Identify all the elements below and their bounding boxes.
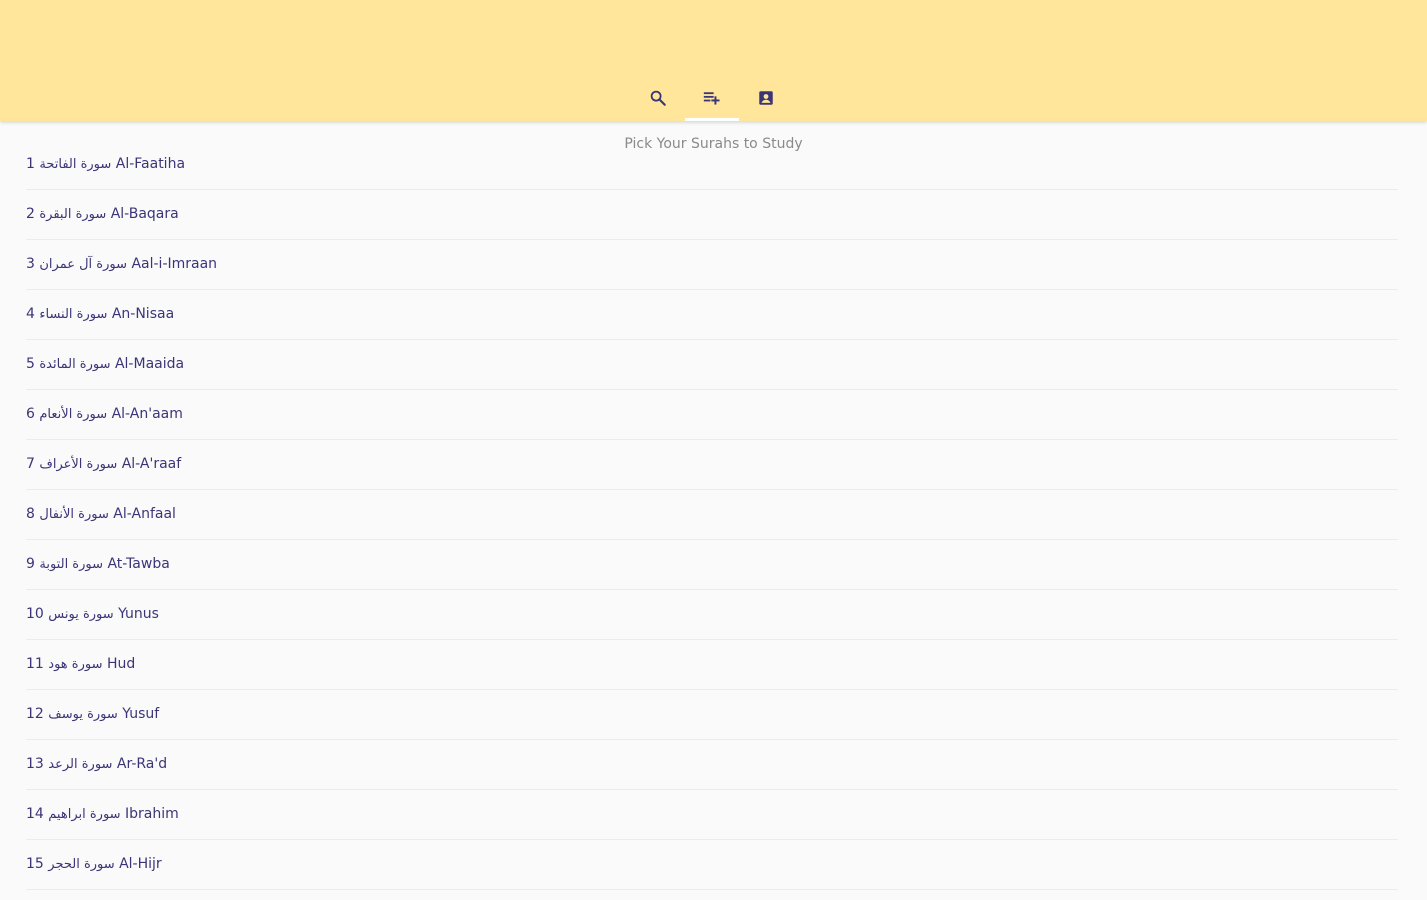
- surah-arabic-name: سورة الأنعام: [39, 407, 108, 422]
- surah-number: 3: [26, 256, 35, 272]
- list-item[interactable]: 2 سورة البقرة Al-Baqara: [0, 190, 1427, 240]
- surah-label: 1 سورة الفاتحة Al-Faatiha: [26, 156, 185, 172]
- surah-arabic-name: سورة البقرة: [39, 207, 107, 222]
- surah-label: 14 سورة ابراهيم Ibrahim: [26, 806, 179, 822]
- list-item[interactable]: 6 سورة الأنعام Al-An'aam: [0, 390, 1427, 440]
- surah-number: 14: [26, 806, 44, 822]
- surah-arabic-name: سورة آل عمران: [39, 257, 127, 272]
- surah-number: 1: [26, 156, 35, 172]
- surah-label: 9 سورة التوبة At-Tawba: [26, 556, 170, 572]
- surah-label: 10 سورة يونس Yunus: [26, 606, 159, 622]
- surah-number: 6: [26, 406, 35, 422]
- surah-english-name: Yusuf: [122, 706, 160, 722]
- surah-english-name: Ibrahim: [125, 806, 179, 822]
- surah-arabic-name: سورة الحجر: [48, 857, 115, 872]
- list-item[interactable]: 14 سورة ابراهيم Ibrahim: [0, 790, 1427, 840]
- surah-number: 7: [26, 456, 35, 472]
- surah-number: 10: [26, 606, 44, 622]
- surah-english-name: Ar-Ra'd: [116, 756, 168, 772]
- surah-label: 3 سورة آل عمران Aal-i-Imraan: [26, 256, 217, 272]
- tab-playlist[interactable]: [685, 78, 739, 118]
- search-icon: [650, 90, 666, 106]
- contact-icon: [759, 91, 773, 105]
- surah-arabic-name: سورة الأنفال: [39, 507, 109, 522]
- surah-label: 5 سورة المائدة Al-Maaida: [26, 356, 184, 372]
- surah-label: 6 سورة الأنعام Al-An'aam: [26, 406, 183, 422]
- surah-english-name: Al-Maaida: [114, 356, 185, 372]
- surah-label: 13 سورة الرعد Ar-Ra'd: [26, 756, 167, 772]
- surah-english-name: Al-An'aam: [111, 406, 183, 422]
- surah-english-name: Al-Anfaal: [113, 506, 176, 522]
- list-item[interactable]: 8 سورة الأنفال Al-Anfaal: [0, 490, 1427, 540]
- list-item[interactable]: 5 سورة المائدة Al-Maaida: [0, 340, 1427, 390]
- list-item[interactable]: 11 سورة هود Hud: [0, 640, 1427, 690]
- list-item[interactable]: 3 سورة آل عمران Aal-i-Imraan: [0, 240, 1427, 290]
- surah-arabic-name: سورة يوسف: [48, 707, 118, 722]
- surah-arabic-name: سورة هود: [48, 657, 103, 672]
- list-item[interactable]: 7 سورة الأعراف Al-A'raaf: [0, 440, 1427, 490]
- surah-number: 12: [26, 706, 44, 722]
- surah-number: 9: [26, 556, 35, 572]
- list-item[interactable]: 9 سورة التوبة At-Tawba: [0, 540, 1427, 590]
- list-item[interactable]: 12 سورة يوسف Yusuf: [0, 690, 1427, 740]
- surah-english-name: Al-A'raaf: [121, 456, 182, 472]
- surah-label: 2 سورة البقرة Al-Baqara: [26, 206, 179, 222]
- tab-search[interactable]: [631, 78, 685, 118]
- tab-contact[interactable]: [739, 78, 793, 118]
- surah-english-name: An-Nisaa: [111, 306, 175, 322]
- surah-number: 2: [26, 206, 35, 222]
- surah-label: 11 سورة هود Hud: [26, 656, 135, 672]
- surah-arabic-name: سورة يونس: [48, 607, 114, 622]
- divider: [26, 889, 1398, 890]
- surah-number: 11: [26, 656, 44, 672]
- app-bar: [0, 0, 1427, 121]
- surah-english-name: Yunus: [118, 606, 159, 622]
- list-item[interactable]: 13 سورة الرعد Ar-Ra'd: [0, 740, 1427, 790]
- surah-english-name: Al-Faatiha: [115, 156, 186, 172]
- surah-label: 8 سورة الأنفال Al-Anfaal: [26, 506, 176, 522]
- list-item[interactable]: 15 سورة الحجر Al-Hijr: [0, 840, 1427, 890]
- surah-list: 1 سورة الفاتحة Al-Faatiha 2 سورة البقرة A…: [0, 140, 1427, 890]
- surah-english-name: Al-Hijr: [119, 856, 162, 872]
- list-item[interactable]: 1 سورة الفاتحة Al-Faatiha: [0, 140, 1427, 190]
- active-tab-indicator: [685, 118, 739, 121]
- surah-number: 15: [26, 856, 44, 872]
- surah-number: 13: [26, 756, 44, 772]
- surah-number: 4: [26, 306, 35, 322]
- surah-english-name: Hud: [106, 656, 136, 672]
- surah-arabic-name: سورة الرعد: [48, 757, 113, 772]
- surah-label: 12 سورة يوسف Yusuf: [26, 706, 159, 722]
- surah-arabic-name: سورة النساء: [39, 307, 108, 322]
- surah-number: 5: [26, 356, 35, 372]
- surah-arabic-name: سورة التوبة: [39, 557, 104, 572]
- surah-english-name: At-Tawba: [107, 556, 170, 572]
- surah-english-name: Aal-i-Imraan: [131, 256, 218, 272]
- surah-arabic-name: سورة الأعراف: [39, 457, 118, 472]
- surah-english-name: Al-Baqara: [110, 206, 179, 222]
- surah-label: 7 سورة الأعراف Al-A'raaf: [26, 456, 181, 472]
- surah-number: 8: [26, 506, 35, 522]
- list-item[interactable]: 10 سورة يونس Yunus: [0, 590, 1427, 640]
- surah-arabic-name: سورة ابراهيم: [48, 807, 121, 822]
- surah-arabic-name: سورة الفاتحة: [39, 157, 112, 172]
- tab-bar: [0, 78, 1427, 118]
- list-item[interactable]: 4 سورة النساء An-Nisaa: [0, 290, 1427, 340]
- surah-label: 15 سورة الحجر Al-Hijr: [26, 856, 162, 872]
- surah-label: 4 سورة النساء An-Nisaa: [26, 306, 174, 322]
- surah-arabic-name: سورة المائدة: [39, 357, 111, 372]
- playlist-add-icon: [703, 92, 720, 105]
